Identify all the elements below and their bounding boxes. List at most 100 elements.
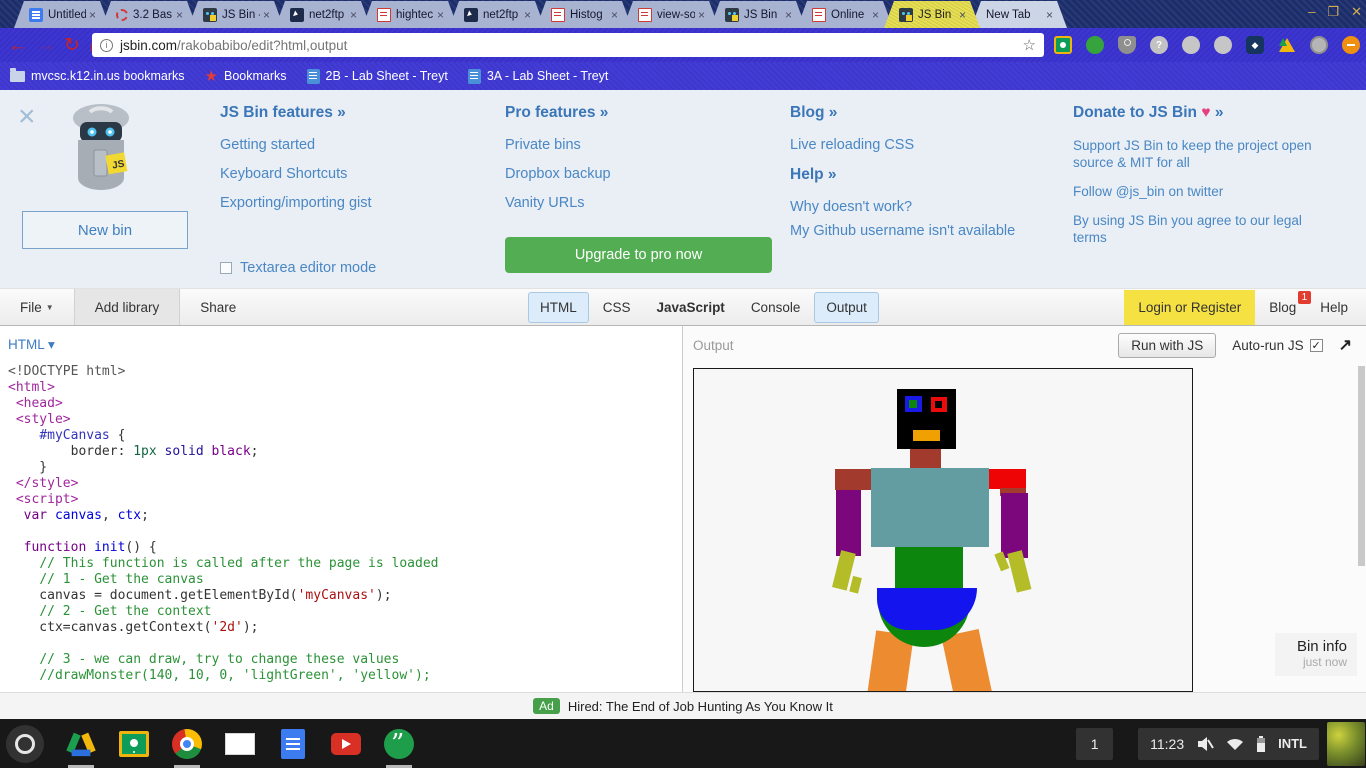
bookmark-item[interactable]: ★Bookmarks [205, 69, 287, 84]
browser-tab[interactable]: JS Bin× [710, 1, 806, 28]
bookmark-item[interactable]: mvcsc.k12.in.us bookmarks [10, 69, 185, 83]
editor-panel-label[interactable]: HTML ▾ [8, 337, 55, 353]
html-editor-panel[interactable]: HTML ▾ <!DOCTYPE html><html> <head> <sty… [0, 326, 683, 692]
help-button[interactable]: Help [1310, 292, 1358, 323]
browser-tab[interactable]: Online× [797, 1, 893, 28]
question-extension-icon[interactable]: ? [1150, 36, 1168, 54]
output-scrollbar[interactable] [1358, 366, 1365, 566]
browser-tab[interactable]: net2ftp× [275, 1, 371, 28]
gray-extension-icon[interactable] [1214, 36, 1232, 54]
donate-legal-text[interactable]: By using JS Bin you agree to our legal t… [1073, 212, 1331, 246]
drive-icon[interactable] [65, 724, 97, 764]
tab-close-icon[interactable]: × [176, 9, 183, 21]
browser-tab[interactable]: New Tab× [971, 1, 1067, 28]
link-keyboard-shortcuts[interactable]: Keyboard Shortcuts [220, 166, 372, 182]
panel-tab-css[interactable]: CSS [591, 292, 643, 323]
promo-close-icon[interactable]: × [18, 102, 36, 132]
tab-close-icon[interactable]: × [1046, 9, 1053, 21]
docs-icon[interactable] [277, 724, 309, 764]
parking-extension-icon[interactable] [1310, 36, 1328, 54]
key-extension-icon[interactable] [1118, 36, 1136, 54]
restore-button[interactable]: ❐ [1327, 4, 1339, 20]
youtube-icon[interactable] [330, 724, 362, 764]
chrome-icon[interactable] [171, 724, 203, 764]
bookmark-item[interactable]: 3A - Lab Sheet - Treyt [468, 69, 609, 84]
browser-tab[interactable]: JS Bin -× [188, 1, 284, 28]
panel-tab-output[interactable]: Output [814, 292, 879, 323]
autorun-checkbox[interactable]: ✓ [1310, 339, 1323, 352]
dark-app-favicon [464, 8, 478, 22]
notification-counter[interactable]: 1 [1076, 728, 1113, 760]
tab-close-icon[interactable]: × [89, 9, 96, 21]
file-menu[interactable]: File▼ [0, 289, 74, 325]
tab-close-icon[interactable]: × [872, 9, 879, 21]
blog-button[interactable]: Blog1 [1259, 292, 1306, 323]
hangouts-extension-icon[interactable] [1086, 36, 1104, 54]
panel-tab-console[interactable]: Console [739, 292, 813, 323]
link-getting-started[interactable]: Getting started [220, 137, 372, 153]
tab-close-icon[interactable]: × [698, 9, 705, 21]
bookmark-item[interactable]: 2B - Lab Sheet - Treyt [307, 69, 448, 84]
link-exporting-gist[interactable]: Exporting/importing gist [220, 195, 372, 211]
reload-icon[interactable]: ↻ [64, 36, 80, 55]
browser-tab[interactable]: view-so× [623, 1, 719, 28]
new-bin-button[interactable]: New bin [22, 211, 188, 249]
run-with-js-button[interactable]: Run with JS [1118, 333, 1216, 358]
gmail-icon[interactable] [224, 724, 256, 764]
tab-close-icon[interactable]: × [437, 9, 444, 21]
bookmark-star-icon[interactable]: ☆ [1023, 36, 1036, 54]
user-avatar[interactable] [1327, 722, 1365, 766]
tab-close-icon[interactable]: × [959, 9, 966, 21]
code-area[interactable]: <!DOCTYPE html><html> <head> <style> #my… [8, 364, 438, 684]
login-register-button[interactable]: Login or Register [1124, 290, 1255, 325]
gray-extension-icon[interactable] [1182, 36, 1200, 54]
output-canvas [693, 368, 1193, 692]
jsbin-robot-favicon [725, 8, 739, 22]
link-dropbox-backup[interactable]: Dropbox backup [505, 166, 611, 182]
tab-close-icon[interactable]: × [350, 9, 357, 21]
browser-tab[interactable]: hightec× [362, 1, 458, 28]
ad-text[interactable]: Hired: The End of Job Hunting As You Kno… [568, 699, 833, 714]
browser-tab[interactable]: JS Bin× [884, 1, 980, 28]
tab-close-icon[interactable]: × [611, 9, 618, 21]
upgrade-pro-button[interactable]: Upgrade to pro now [505, 237, 772, 273]
doc-red-favicon [377, 8, 391, 22]
browser-tab[interactable]: Untitled× [14, 1, 110, 28]
back-icon[interactable]: ← [8, 36, 27, 55]
link-github-username[interactable]: My Github username isn't available [790, 223, 1015, 239]
share-button[interactable]: Share [180, 289, 256, 325]
tab-close-icon[interactable]: × [263, 9, 270, 21]
panel-tab-html[interactable]: HTML [528, 292, 589, 323]
browser-tab[interactable]: Histog× [536, 1, 632, 28]
minimize-button[interactable]: – [1308, 4, 1315, 20]
browser-tab[interactable]: net2ftp× [449, 1, 545, 28]
tab-close-icon[interactable]: × [785, 9, 792, 21]
orange-extension-icon[interactable] [1342, 36, 1360, 54]
link-live-reloading-css[interactable]: Live reloading CSS [790, 137, 1015, 153]
tab-close-icon[interactable]: × [524, 9, 531, 21]
link-why-doesnt-work[interactable]: Why doesn't work? [790, 199, 1015, 215]
textarea-mode-checkbox[interactable] [220, 262, 232, 274]
drive-extension-icon[interactable] [1278, 36, 1296, 54]
classroom-extension-icon[interactable] [1054, 36, 1072, 54]
diamond-extension-icon[interactable] [1246, 36, 1264, 54]
url-text[interactable]: jsbin.com/rakobabibo/edit?html,output [120, 38, 347, 53]
page-info-icon[interactable]: i [100, 39, 113, 52]
link-private-bins[interactable]: Private bins [505, 137, 611, 153]
launcher-icon[interactable] [6, 725, 44, 763]
classroom-icon[interactable] [118, 724, 150, 764]
browser-tab[interactable]: 3.2 Bas× [101, 1, 197, 28]
heart-icon: ♥ [1201, 104, 1210, 121]
hangouts-icon[interactable] [383, 724, 415, 764]
donate-twitter-link[interactable]: Follow @js_bin on twitter [1073, 183, 1331, 200]
status-tray[interactable]: 11:23 INTL [1138, 728, 1319, 760]
expand-output-icon[interactable]: ↗ [1339, 335, 1352, 355]
ad-badge[interactable]: Ad [533, 698, 560, 714]
add-library-button[interactable]: Add library [74, 289, 181, 325]
forward-icon[interactable]: → [36, 36, 55, 55]
link-vanity-urls[interactable]: Vanity URLs [505, 195, 611, 211]
address-bar[interactable]: i jsbin.com/rakobabibo/edit?html,output … [92, 33, 1044, 57]
close-window-button[interactable]: ✕ [1351, 4, 1362, 20]
panel-tab-javascript[interactable]: JavaScript [645, 292, 737, 323]
donate-support-text[interactable]: Support JS Bin to keep the project open … [1073, 137, 1331, 171]
